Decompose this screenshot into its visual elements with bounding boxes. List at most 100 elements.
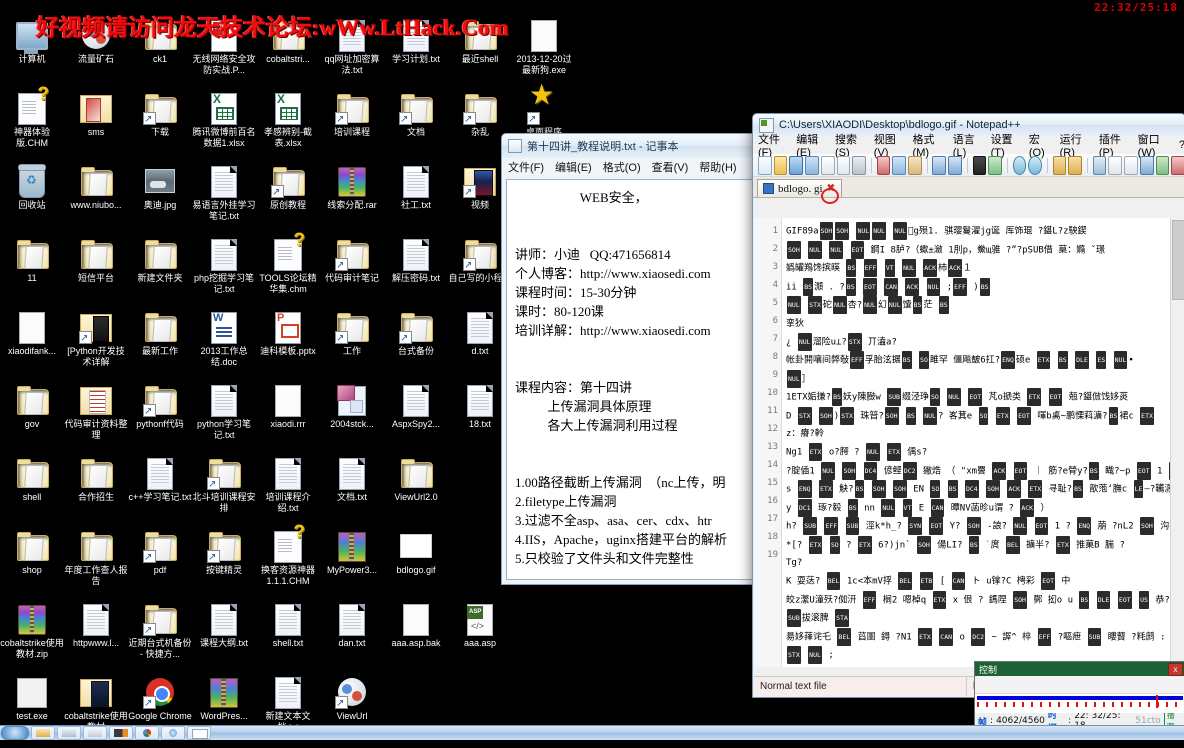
desktop-icon[interactable]: 文档.txt (320, 456, 384, 518)
desktop-icon[interactable]: TOOLS论坛精华集.chm (256, 237, 320, 299)
timeline-bar[interactable] (977, 696, 1183, 700)
taskbar-item-ie[interactable] (161, 726, 185, 740)
desktop-icon[interactable]: AspxSpy2... (384, 383, 448, 445)
doc-map-icon[interactable] (1156, 156, 1170, 175)
desktop-icon[interactable]: shop (0, 529, 64, 591)
notepadpp-menu-item-4[interactable]: 格式(M) (913, 131, 944, 159)
desktop-icon[interactable]: shell (0, 456, 64, 518)
word-wrap-icon[interactable] (1093, 156, 1107, 175)
desktop-icon[interactable]: cobaltstrike使用教材.zip (0, 602, 64, 664)
notepadpp-menubar[interactable]: 文件(F) 编辑(E) 搜索(S) 视图(V) 格式(M) 语言(L) 设置(T) 宏(O) 运… (753, 136, 1184, 154)
notepadpp-menu-item-11[interactable]: ? (1179, 139, 1184, 151)
desktop-icon[interactable]: ↗ 文档 (384, 91, 448, 153)
desktop-icon[interactable]: 迪科模板.pptx (256, 310, 320, 372)
desktop-icon[interactable]: 神器体验版.CHM (0, 91, 64, 153)
desktop-icon[interactable]: php挖掘学习笔记.txt (192, 237, 256, 299)
undo-icon[interactable] (932, 156, 946, 175)
notepad-menu-item-4[interactable]: 帮助(H) (699, 159, 736, 175)
desktop-icon[interactable]: 最新工作 (128, 310, 192, 372)
editor-vertical-scrollbar[interactable] (1170, 218, 1184, 667)
desktop-icon[interactable]: 课程大纲.txt (192, 602, 256, 664)
desktop-icon[interactable]: shell.txt (256, 602, 320, 664)
recorder-titlebar[interactable]: 控制 x (975, 662, 1184, 676)
desktop-icon[interactable]: 回收站 (0, 164, 64, 226)
desktop-icon[interactable]: ↗ [Python开发技术详解 (64, 310, 128, 372)
notepadpp-tabbar[interactable]: bdlogo. gi ✖ (753, 177, 1184, 198)
desktop-icon[interactable]: ↗ 台式备份 (384, 310, 448, 372)
close-all-icon[interactable] (837, 156, 851, 175)
desktop-icon[interactable]: ↗ 近期台式机备份 - 快捷方... (128, 602, 192, 664)
desktop-icon[interactable]: python学习笔记.txt (192, 383, 256, 445)
notepadpp-menu-item-5[interactable]: 语言(L) (953, 131, 982, 159)
desktop-icon[interactable]: ↗ 按键精灵 (192, 529, 256, 591)
desktop-icon[interactable]: aaa.asp.bak (384, 602, 448, 664)
desktop-icon[interactable]: ↗ 北斗培训课程安排 (192, 456, 256, 518)
desktop-icon[interactable]: ↗ 下载 (128, 91, 192, 153)
desktop[interactable]: 计算机 流量矿石 ck1 无线网络安全攻防实战.P... cobaltstri... qq… (0, 0, 1184, 740)
notepadpp-menu-item-1[interactable]: 编辑(E) (796, 131, 826, 159)
notepadpp-menu-item-10[interactable]: 窗口(W) (1138, 131, 1170, 159)
desktop-icon[interactable]: gov (0, 383, 64, 445)
desktop-icon[interactable]: www.niubo... (64, 164, 128, 226)
desktop-icon[interactable]: 合作招生 (64, 456, 128, 518)
redo-icon[interactable] (948, 156, 962, 175)
desktop-icon[interactable]: xiaodi.rrr (256, 383, 320, 445)
sync-scroll-h-icon[interactable] (1068, 156, 1082, 175)
scrollbar-thumb[interactable] (1172, 220, 1184, 300)
indent-guide-icon[interactable] (1124, 156, 1138, 175)
notepadpp-menu-item-0[interactable]: 文件(F) (758, 131, 787, 159)
replace-icon[interactable] (988, 156, 1002, 175)
desktop-icon[interactable]: 新建文件夹 (128, 237, 192, 299)
desktop-icon[interactable]: xiaodifank... (0, 310, 64, 372)
save-all-icon[interactable] (805, 156, 819, 175)
notepad-window[interactable]: 第十四讲_教程说明.txt - 记事本 文件(F) 编辑(E) 格式(O) 查看(V)… (501, 133, 761, 585)
desktop-icon[interactable]: dan.txt (320, 602, 384, 664)
notepadpp-menu-item-7[interactable]: 宏(O) (1029, 131, 1051, 159)
desktop-icon[interactable]: ↗ 培训课程 (320, 91, 384, 153)
cut-icon[interactable] (877, 156, 891, 175)
desktop-icon[interactable]: ↗ 工作 (320, 310, 384, 372)
zoom-in-icon[interactable] (1013, 156, 1027, 175)
notepadpp-menu-item-9[interactable]: 插件(P) (1099, 131, 1129, 159)
desktop-icon[interactable]: 解压密码.txt (384, 237, 448, 299)
notepadpp-menu-item-3[interactable]: 视图(V) (874, 131, 904, 159)
desktop-icon[interactable]: 代码审计资料整理 (64, 383, 128, 445)
notepad-menu-item-2[interactable]: 格式(O) (603, 159, 641, 175)
find-icon[interactable] (973, 156, 987, 175)
desktop-icon[interactable]: MyPower3... (320, 529, 384, 591)
desktop-icon[interactable]: c++学习笔记.txt (128, 456, 192, 518)
notepadpp-menu-item-6[interactable]: 设置(T) (991, 131, 1020, 159)
desktop-icon[interactable]: 易语言外挂学习笔记.txt (192, 164, 256, 226)
desktop-icon[interactable]: bdlogo.gif (384, 529, 448, 591)
print-icon[interactable] (852, 156, 866, 175)
desktop-icon[interactable]: 年度工作查人报告 (64, 529, 128, 591)
taskbar[interactable] (0, 725, 1184, 740)
desktop-icon[interactable]: ↗ pythonf代码 (128, 383, 192, 445)
notepadpp-menu-item-2[interactable]: 搜索(S) (835, 131, 865, 159)
copy-icon[interactable] (892, 156, 906, 175)
sync-scroll-v-icon[interactable] (1053, 156, 1067, 175)
desktop-icon[interactable]: 奥迪.jpg (128, 164, 192, 226)
desktop-icon[interactable]: 换客资源神器1.1.1.CHM (256, 529, 320, 591)
desktop-icon[interactable]: 2013-12-20过最新狗.exe (512, 18, 576, 80)
notepad-menu-item-1[interactable]: 编辑(E) (555, 159, 592, 175)
notepad-menu-item-0[interactable]: 文件(F) (508, 159, 544, 175)
zoom-out-icon[interactable] (1028, 156, 1042, 175)
recorder-control-panel[interactable]: 控制 x 帧 : 4062/4560 时间 : 22: 32/25: 18 51… (974, 661, 1184, 729)
editor-code-content[interactable]: GIF89a SOH  SOH NUL  NUL NUL  g殒1. 骐璎鬘濯jg诞 … (782, 218, 1184, 667)
desktop-icon[interactable]: 短信平台 (64, 237, 128, 299)
desktop-icon[interactable]: ↗ 原创教程 (256, 164, 320, 226)
taskbar-item-explorer[interactable] (31, 726, 55, 740)
paste-icon[interactable] (908, 156, 922, 175)
recorder-timeline[interactable] (975, 694, 1184, 713)
taskbar-item-notepad[interactable] (187, 726, 211, 740)
desktop-icon[interactable]: sms (64, 91, 128, 153)
desktop-icon[interactable]: ↗ 代码审计笔记 (320, 237, 384, 299)
desktop-icon[interactable]: 线索分配.rar (320, 164, 384, 226)
desktop-icon[interactable]: ↗ pdf (128, 529, 192, 591)
new-file-icon[interactable] (758, 156, 772, 175)
notepadpp-menu-item-8[interactable]: 运行(R) (1060, 131, 1090, 159)
taskbar-item-chrome[interactable] (135, 726, 159, 740)
show-all-chars-icon[interactable] (1108, 156, 1122, 175)
desktop-icon[interactable]: 培训课程介绍.txt (256, 456, 320, 518)
